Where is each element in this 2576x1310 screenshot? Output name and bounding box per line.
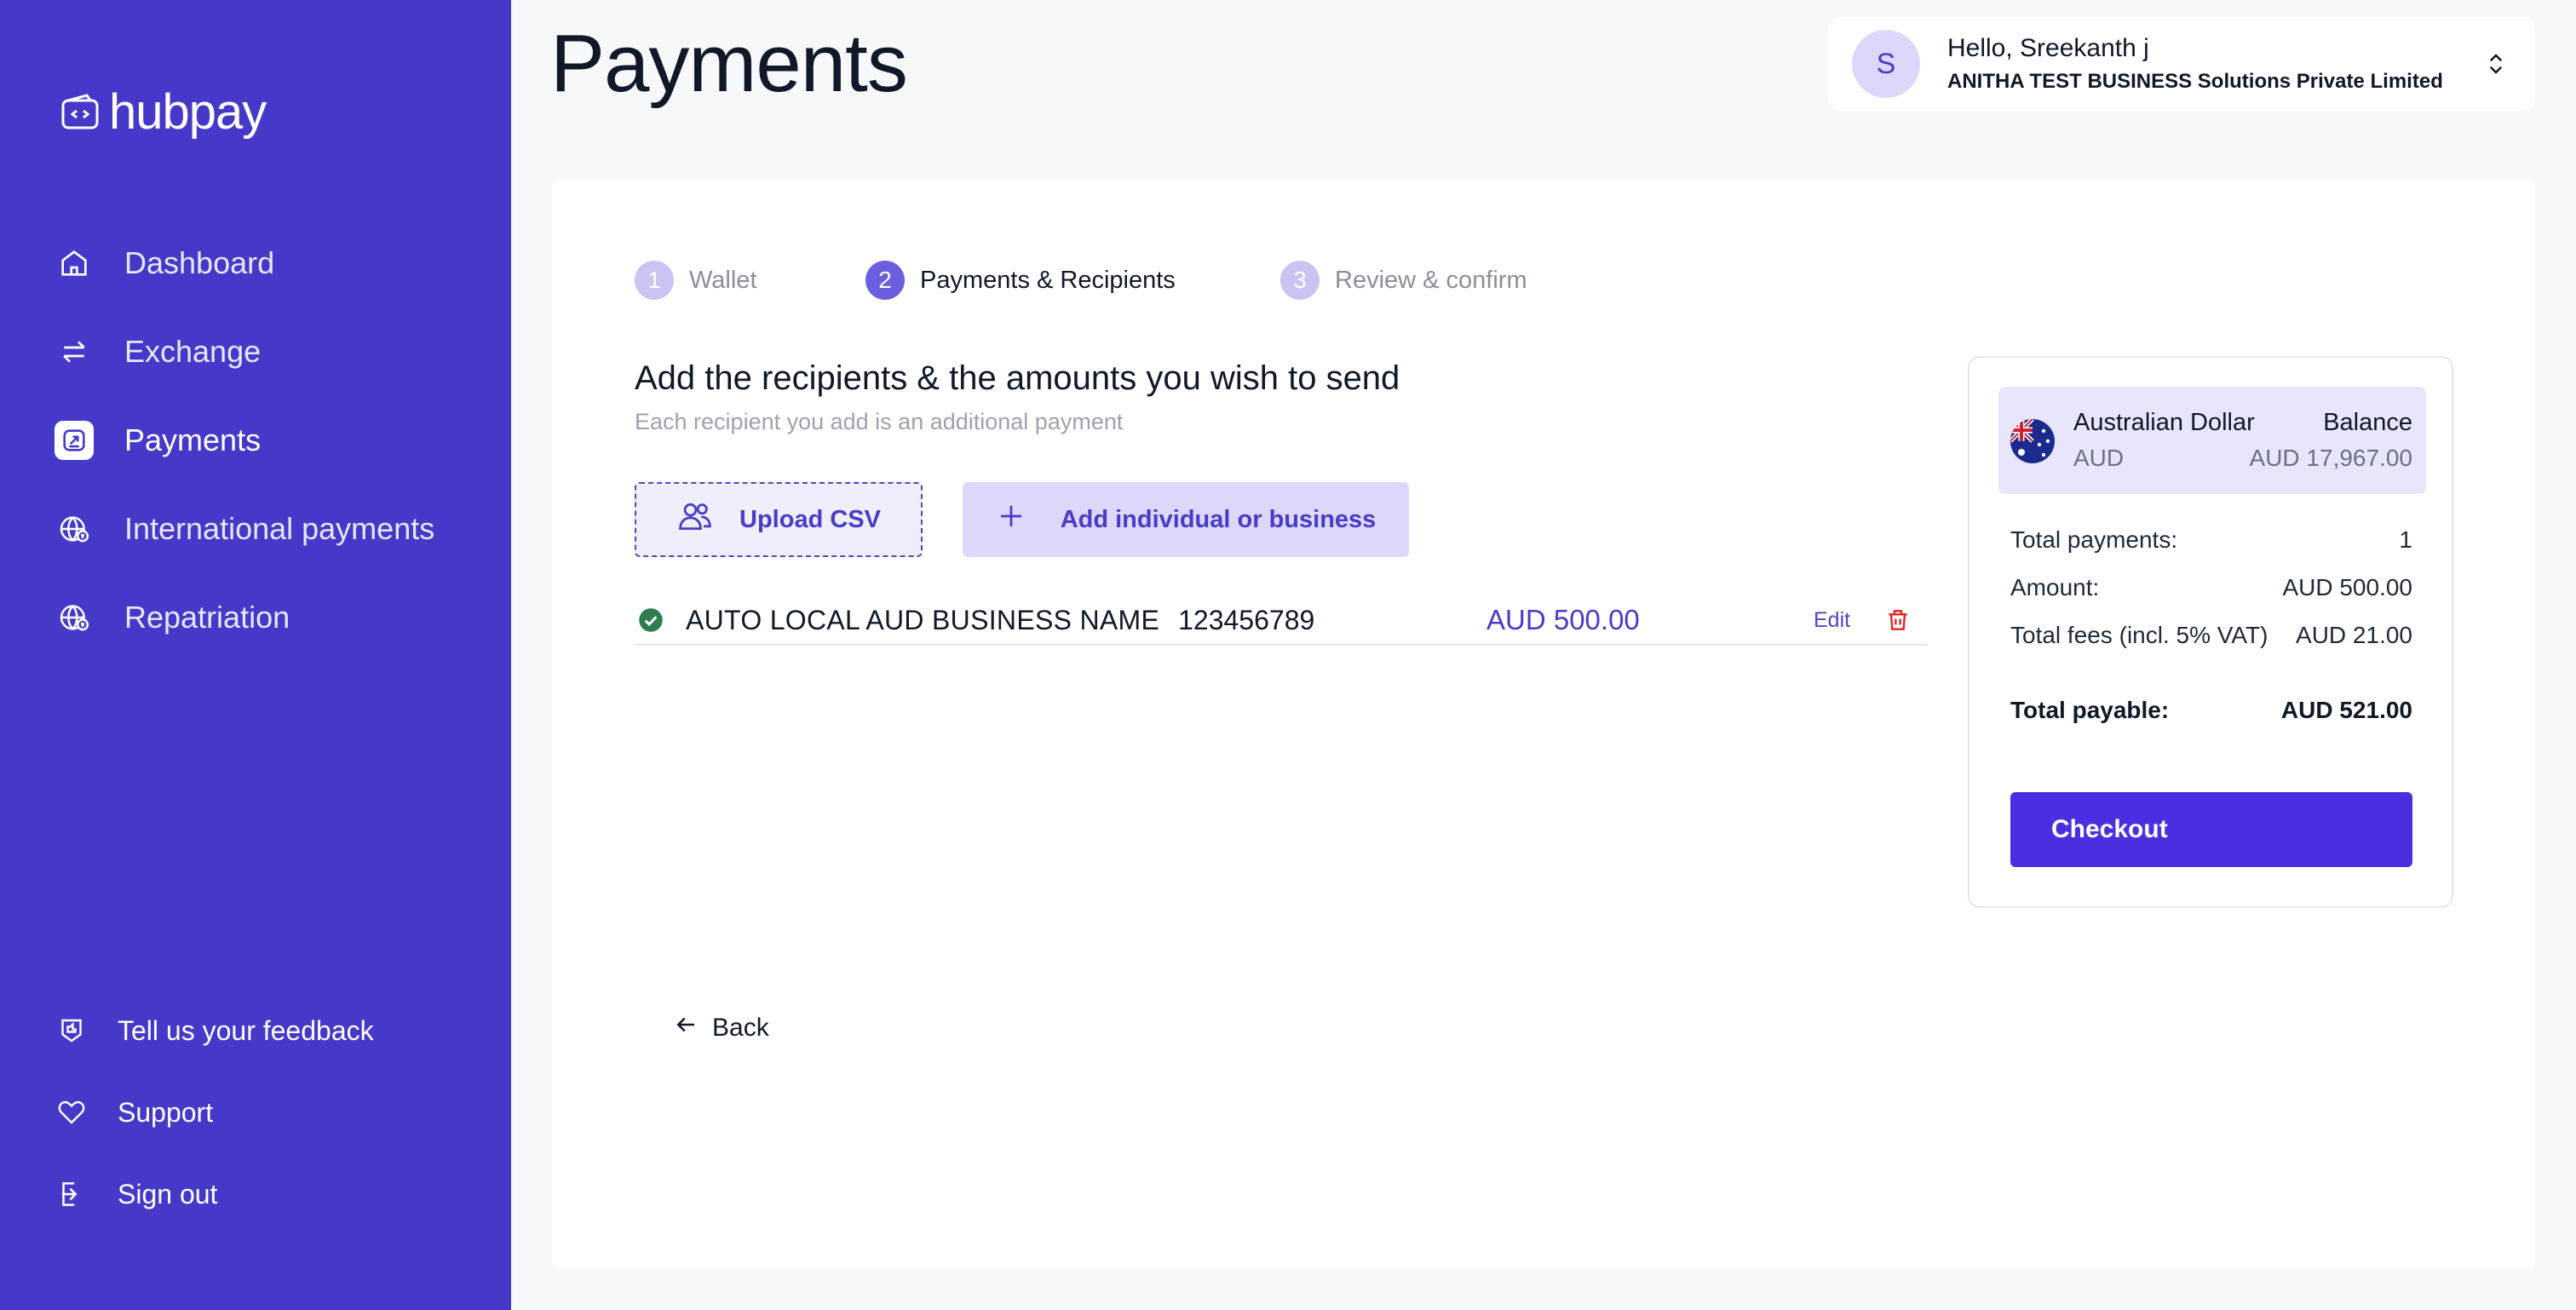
page-title: Payments xyxy=(550,18,908,109)
users-icon xyxy=(676,497,714,542)
sidebar-item-label: Dashboard xyxy=(124,245,275,280)
sidebar-item-label: Repatriation xyxy=(124,600,290,635)
arrow-left-icon xyxy=(673,1012,699,1044)
step-label: Payments & Recipients xyxy=(920,266,1176,294)
balance-label: Balance xyxy=(2323,409,2412,436)
total-payments-label: Total payments: xyxy=(2010,526,2178,553)
hubpay-logo[interactable]: hubpay xyxy=(60,83,267,141)
home-icon xyxy=(55,244,94,283)
amount-line: Amount: AUD 500.00 xyxy=(2010,574,2412,601)
plus-icon xyxy=(996,501,1026,538)
step-number: 2 xyxy=(865,261,905,300)
payment-summary: Australian Dollar AUD Balance AUD 17,967… xyxy=(1968,356,2453,908)
sidebar-item-payments[interactable]: Payments xyxy=(55,421,261,460)
company-name: ANITHA TEST BUSINESS Solutions Private L… xyxy=(1947,70,2443,93)
chevron-up-down-icon[interactable] xyxy=(2481,45,2511,83)
sidebar-item-international-payments[interactable]: International payments xyxy=(55,509,434,549)
section-title: Add the recipients & the amounts you wis… xyxy=(635,359,1400,397)
recipient-name: AUTO LOCAL AUD BUSINESS NAME xyxy=(686,604,1160,635)
globe-icon xyxy=(55,598,94,637)
step-review-confirm[interactable]: 3 Review & confirm xyxy=(1280,261,1527,300)
user-greeting: Hello, Sreekanth j xyxy=(1947,34,2149,62)
amount-label: Amount: xyxy=(2010,574,2100,600)
fees-value: AUD 21.00 xyxy=(2296,622,2412,648)
currency-name: Australian Dollar xyxy=(2073,409,2255,436)
back-button[interactable]: Back xyxy=(673,1012,769,1044)
payments-icon xyxy=(55,421,94,460)
brand-name: hubpay xyxy=(109,84,267,140)
australia-flag-icon xyxy=(2010,419,2055,463)
currency-code: AUD xyxy=(2073,445,2125,471)
check-circle-icon xyxy=(638,607,664,633)
section-subtitle: Each recipient you add is an additional … xyxy=(635,409,1124,434)
total-payments-line: Total payments: 1 xyxy=(2010,526,2412,554)
sidebar-item-repatriation[interactable]: Repatriation xyxy=(55,598,290,637)
amount-value: AUD 500.00 xyxy=(2282,574,2412,600)
support-link[interactable]: Support xyxy=(55,1095,213,1129)
step-number: 3 xyxy=(1280,261,1320,300)
recipient-row: AUTO LOCAL AUD BUSINESS NAME 123456789 A… xyxy=(635,596,1928,646)
feedback-icon xyxy=(55,1014,89,1048)
avatar: S xyxy=(1852,30,1920,98)
add-recipient-button[interactable]: Add individual or business xyxy=(963,482,1409,557)
sign-out-icon xyxy=(55,1177,89,1211)
sidebar-item-label: Payments xyxy=(124,422,262,457)
edit-recipient-link[interactable]: Edit xyxy=(1814,608,1850,633)
fees-label: Total fees (incl. 5% VAT) xyxy=(2010,622,2268,648)
checkout-button[interactable]: Checkout xyxy=(2010,792,2412,867)
step-wallet[interactable]: 1 Wallet xyxy=(635,261,757,300)
step-number: 1 xyxy=(635,261,674,300)
exchange-icon xyxy=(55,332,94,371)
feedback-link[interactable]: Tell us your feedback xyxy=(55,1014,374,1048)
total-payable-line: Total payable: AUD 521.00 xyxy=(2010,697,2412,724)
payment-flow-card: 1 Wallet 2 Payments & Recipients 3 Revie… xyxy=(552,179,2535,1269)
back-label: Back xyxy=(712,1014,769,1042)
sign-out-label: Sign out xyxy=(118,1178,218,1209)
feedback-label: Tell us your feedback xyxy=(118,1014,374,1046)
account-switcher[interactable]: S Hello, Sreekanth j ANITHA TEST BUSINES… xyxy=(1828,17,2535,111)
recipient-account: 123456789 xyxy=(1178,604,1315,635)
globe-icon xyxy=(55,509,94,549)
sidebar-item-exchange[interactable]: Exchange xyxy=(55,332,261,371)
step-label: Wallet xyxy=(689,266,757,294)
support-label: Support xyxy=(118,1096,214,1128)
sign-out-link[interactable]: Sign out xyxy=(55,1177,217,1211)
recipient-amount: AUD 500.00 xyxy=(1486,604,1640,635)
upload-csv-button[interactable]: Upload CSV xyxy=(635,482,923,557)
add-recipient-label: Add individual or business xyxy=(1060,505,1377,533)
sidebar: hubpay Dashboard Exchange Payments Inter… xyxy=(0,0,511,1310)
balance-value: AUD 17,967.00 xyxy=(2249,445,2412,471)
upload-csv-label: Upload CSV xyxy=(739,505,881,533)
total-payable-label: Total payable: xyxy=(2010,697,2170,723)
step-payments-recipients[interactable]: 2 Payments & Recipients xyxy=(865,261,1176,300)
step-label: Review & confirm xyxy=(1335,266,1527,294)
heart-icon xyxy=(55,1095,89,1129)
total-payments-value: 1 xyxy=(2399,526,2412,553)
sidebar-item-dashboard[interactable]: Dashboard xyxy=(55,244,274,283)
fees-line: Total fees (incl. 5% VAT) AUD 21.00 xyxy=(2010,622,2412,649)
trash-icon[interactable] xyxy=(1883,606,1912,635)
wallet-currency: Australian Dollar AUD Balance AUD 17,967… xyxy=(1998,387,2426,494)
total-payable-value: AUD 521.00 xyxy=(2280,697,2412,723)
wallet-logo-icon xyxy=(60,92,101,133)
sidebar-item-label: Exchange xyxy=(124,334,262,369)
sidebar-item-label: International payments xyxy=(124,511,435,546)
